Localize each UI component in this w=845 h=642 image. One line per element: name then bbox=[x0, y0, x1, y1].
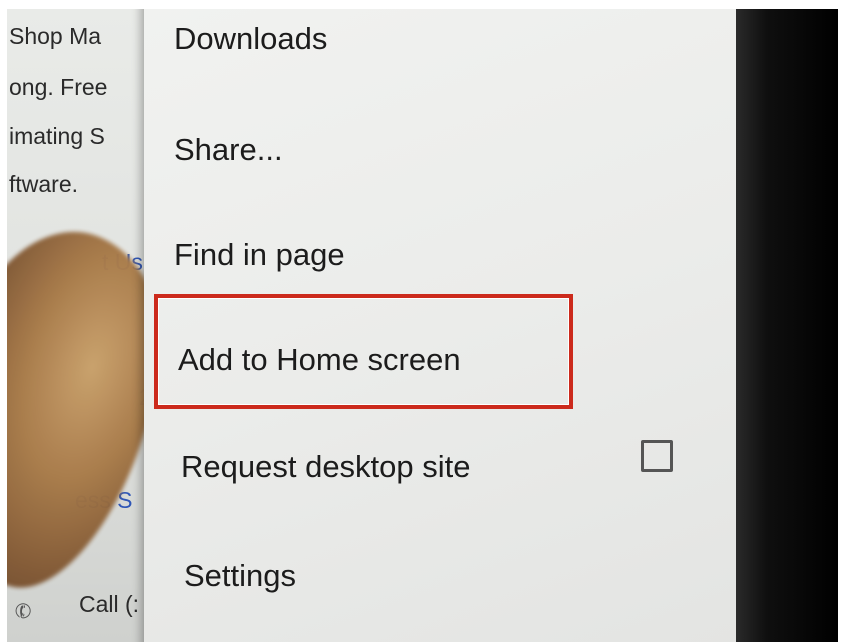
page-text-line: imating S bbox=[9, 123, 105, 149]
page-text-line: Shop Ma bbox=[9, 23, 102, 49]
screen-photo: Shop Ma ong. Free imating S ftware. t Us… bbox=[7, 9, 838, 642]
call-text: Call (: bbox=[79, 591, 140, 617]
menu-item-share[interactable]: Share... bbox=[174, 132, 283, 168]
menu-item-request-desktop-site[interactable]: Request desktop site bbox=[181, 449, 471, 485]
menu-item-downloads[interactable]: Downloads bbox=[174, 21, 327, 57]
call-row[interactable]: ✆ Call (: bbox=[7, 587, 167, 627]
highlight-annotation bbox=[154, 294, 573, 409]
checkbox-icon[interactable] bbox=[641, 440, 673, 472]
menu-item-find-in-page[interactable]: Find in page bbox=[174, 237, 345, 273]
menu-item-settings[interactable]: Settings bbox=[184, 558, 296, 594]
page-text-line: ftware. bbox=[9, 171, 79, 197]
phone-icon: ✆ bbox=[11, 598, 36, 626]
screen-edge bbox=[736, 9, 838, 642]
page-text-line: ong. Free bbox=[9, 74, 108, 100]
